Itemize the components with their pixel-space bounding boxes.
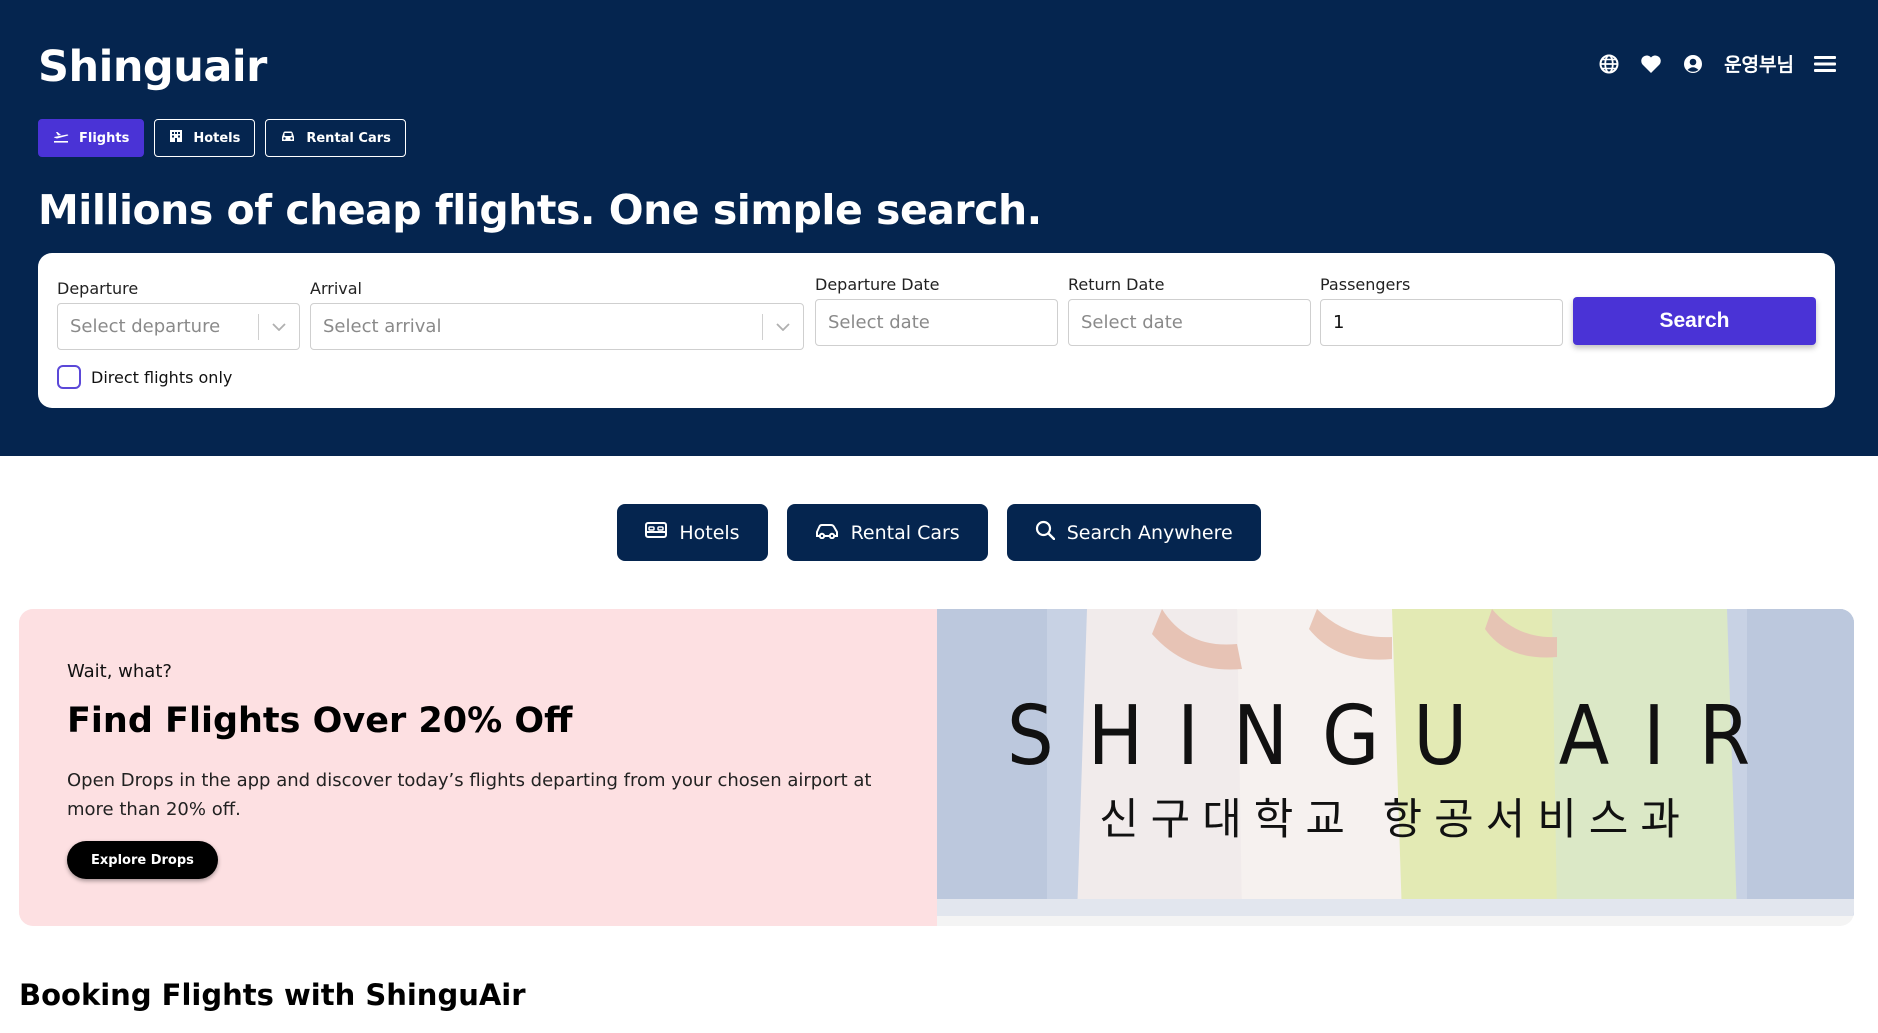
direct-flights-checkbox[interactable]: [57, 365, 81, 389]
search-button[interactable]: Search: [1573, 297, 1816, 345]
arrival-field: Arrival Select arrival: [310, 279, 804, 350]
return-date-label: Return Date: [1068, 275, 1165, 294]
promo-kicker: Wait, what?: [67, 661, 172, 682]
quick-links: Hotels Rental Cars Search Anywhere: [0, 504, 1878, 561]
departure-field: Departure Select departure: [57, 279, 300, 350]
user-name[interactable]: 운영부님: [1724, 50, 1794, 77]
hero-header: Shinguair 운영부님 Flights Hotels Rental Car…: [0, 0, 1878, 456]
tab-label: Hotels: [193, 130, 241, 146]
brand-logo[interactable]: Shinguair: [38, 42, 267, 92]
arrival-select[interactable]: Select arrival: [310, 303, 804, 350]
tab-label: Rental Cars: [306, 130, 391, 146]
heart-icon[interactable]: [1640, 53, 1662, 75]
hamburger-menu-icon[interactable]: [1814, 53, 1836, 75]
passengers-input[interactable]: 1: [1320, 299, 1563, 346]
car-icon: [280, 130, 296, 147]
hotels-button[interactable]: Hotels: [617, 504, 768, 561]
promo-image-logo: SHINGU AIR: [1006, 689, 1785, 784]
departure-placeholder: Select departure: [70, 316, 221, 337]
promo-image: SHINGU AIR 신구대학교 항공서비스과: [937, 609, 1854, 916]
promo-description: Open Drops in the app and discover today…: [67, 770, 872, 820]
user-circle-icon[interactable]: [1682, 53, 1704, 75]
car-icon: [815, 522, 839, 544]
arrival-label: Arrival: [310, 279, 362, 298]
tab-rental-cars[interactable]: Rental Cars: [265, 119, 406, 157]
search-icon: [1035, 520, 1055, 545]
return-date-input[interactable]: Select date: [1068, 299, 1311, 346]
arrival-placeholder: Select arrival: [323, 316, 442, 337]
flight-search-form: Departure Select departure Arrival Selec…: [38, 253, 1835, 408]
tab-flights[interactable]: Flights: [38, 119, 145, 157]
promo-title: Find Flights Over 20% Off: [67, 701, 573, 741]
promo-text-panel: Wait, what? Find Flights Over 20% Off Op…: [19, 609, 937, 926]
departure-date-field: Departure Date Select date: [815, 275, 1058, 346]
booking-section-title: Booking Flights with ShinguAir: [19, 978, 526, 1012]
search-anywhere-button[interactable]: Search Anywhere: [1006, 504, 1261, 561]
chevron-down-icon[interactable]: [259, 322, 299, 331]
chevron-down-icon[interactable]: [763, 322, 803, 331]
departure-select[interactable]: Select departure: [57, 303, 300, 350]
rental-cars-button[interactable]: Rental Cars: [786, 504, 988, 561]
plane-icon: [53, 129, 69, 147]
promo-image-subtitle: 신구대학교 항공서비스과: [1099, 795, 1692, 845]
passengers-field: Passengers 1: [1320, 275, 1563, 346]
bed-icon: [645, 521, 668, 544]
departure-label: Departure: [57, 279, 139, 298]
direct-flights-label: Direct flights only: [91, 367, 233, 387]
header-actions: 운영부님: [1598, 50, 1836, 77]
quick-link-label: Hotels: [679, 521, 740, 544]
departure-date-label: Departure Date: [815, 275, 940, 294]
passengers-label: Passengers: [1320, 275, 1411, 294]
explore-drops-button[interactable]: Explore Drops: [67, 841, 218, 879]
promo-banner: Wait, what? Find Flights Over 20% Off Op…: [19, 609, 1854, 926]
tab-label: Flights: [79, 130, 130, 146]
tab-hotels[interactable]: Hotels: [154, 119, 256, 157]
globe-icon[interactable]: [1598, 53, 1620, 75]
quick-link-label: Rental Cars: [850, 521, 960, 544]
building-icon: [169, 129, 183, 147]
page-headline: Millions of cheap flights. One simple se…: [38, 186, 1042, 234]
direct-flights-option[interactable]: Direct flights only: [57, 365, 232, 389]
return-date-field: Return Date Select date: [1068, 275, 1311, 346]
departure-date-input[interactable]: Select date: [815, 299, 1058, 346]
mode-tabs: Flights Hotels Rental Cars: [38, 119, 406, 157]
quick-link-label: Search Anywhere: [1066, 521, 1233, 544]
